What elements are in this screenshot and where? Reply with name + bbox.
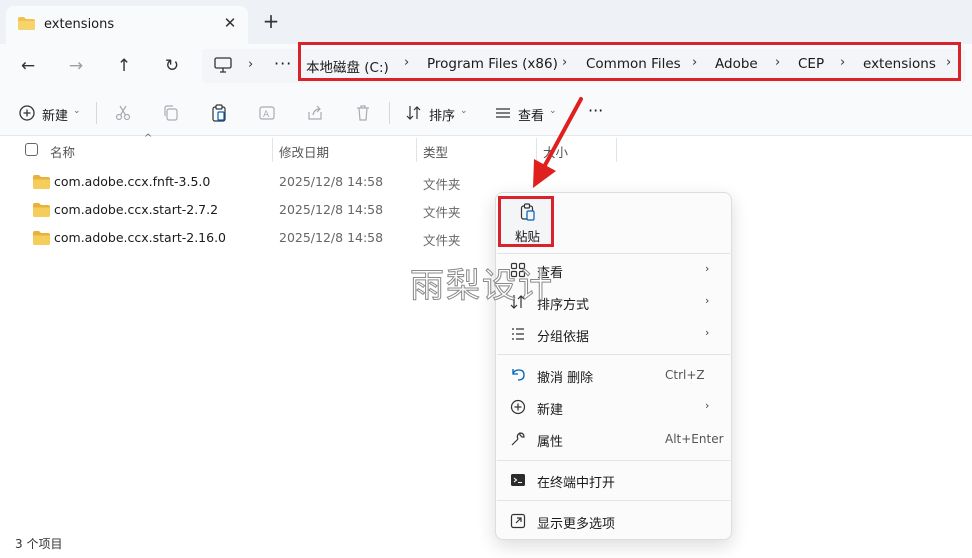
chevron-right-icon: › — [705, 262, 710, 275]
tab-title: extensions — [44, 17, 115, 32]
computer-icon — [214, 57, 232, 73]
annotation-arrow-icon — [533, 97, 583, 188]
sort-icon — [406, 106, 421, 120]
folder-icon — [33, 231, 50, 245]
command-bar: 新建 ⌄ A 排序 ⌄ 查看 ⌄ ··· — [0, 88, 972, 136]
cut-icon[interactable] — [114, 104, 132, 122]
crumb-program-files-x86[interactable]: Program Files (x86) — [427, 56, 558, 72]
menu-divider — [497, 354, 730, 355]
menu-item-open-in-terminal[interactable]: 在终端中打开 — [537, 472, 615, 491]
undo-icon — [512, 369, 525, 381]
crumb-cep[interactable]: CEP — [798, 56, 824, 72]
crumb-local-disk[interactable]: 本地磁盘 (C:) — [306, 56, 389, 76]
chevron-right-icon: › — [775, 55, 781, 70]
shortcut-ctrl-z: Ctrl+Z — [665, 368, 705, 382]
group-by-icon — [512, 328, 524, 340]
file-name: com.adobe.ccx.fnft-3.5.0 — [54, 174, 211, 189]
watermark-text: 雨梨设计 — [410, 266, 554, 307]
title-bar: extensions ✕ + — [0, 0, 972, 44]
select-all-checkbox[interactable] — [25, 143, 38, 156]
crumb-adobe[interactable]: Adobe — [715, 56, 758, 72]
hidden-crumbs-button[interactable]: ··· — [274, 54, 292, 73]
forward-button[interactable]: → — [62, 52, 90, 80]
up-button[interactable]: ↑ — [110, 52, 138, 80]
file-type: 文件夹 — [423, 205, 461, 220]
menu-divider — [497, 460, 730, 461]
new-button[interactable]: 新建 — [42, 105, 68, 124]
folder-icon — [33, 203, 50, 217]
chevron-right-icon: › — [692, 55, 698, 70]
file-date: 2025/12/8 14:58 — [279, 202, 384, 217]
folder-icon — [18, 17, 35, 30]
file-date: 2025/12/8 14:58 — [279, 174, 384, 189]
chevron-right-icon: › — [248, 57, 254, 72]
table-row[interactable]: com.adobe.ccx.start-2.16.0 2025/12/8 14:… — [0, 224, 972, 252]
file-explorer-window: extensions ✕ + ← → ↑ ↻ › ··· 本地磁盘 (C:) ›… — [0, 0, 972, 558]
more-options-button[interactable]: ··· — [588, 101, 603, 120]
folder-icon — [33, 175, 50, 189]
refresh-button[interactable]: ↻ — [158, 52, 186, 80]
menu-divider — [497, 253, 730, 254]
rename-icon[interactable]: A — [258, 104, 276, 122]
column-divider[interactable] — [416, 138, 417, 162]
paste-label: 粘贴 — [515, 229, 541, 244]
paste-icon[interactable] — [210, 104, 228, 122]
file-name: com.adobe.ccx.start-2.16.0 — [54, 230, 227, 245]
menu-divider — [497, 500, 730, 501]
new-tab-button[interactable]: + — [261, 11, 281, 32]
paste-icon — [520, 203, 535, 221]
toolbar-divider — [96, 102, 97, 124]
plus-circle-icon — [19, 105, 35, 121]
menu-item-show-more-options[interactable]: 显示更多选项 — [537, 513, 615, 532]
chevron-right-icon: › — [562, 55, 568, 70]
view-icon — [496, 108, 510, 118]
toolbar-divider — [389, 102, 390, 124]
chevron-right-icon: › — [705, 294, 710, 307]
table-row[interactable]: com.adobe.ccx.fnft-3.5.0 2025/12/8 14:58… — [0, 168, 972, 196]
column-header: ^ 名称 修改日期 类型 大小 — [0, 133, 972, 164]
crumb-extensions[interactable]: extensions — [863, 56, 936, 72]
plus-circle-icon — [510, 399, 526, 415]
crumb-common-files[interactable]: Common Files — [586, 56, 681, 72]
wrench-icon — [511, 432, 525, 446]
menu-item-undo-delete[interactable]: 撤消 删除 — [537, 367, 593, 386]
menu-item-group-by[interactable]: 分组依据 — [537, 326, 589, 345]
file-date: 2025/12/8 14:58 — [279, 230, 384, 245]
chevron-down-icon: ⌄ — [73, 106, 81, 116]
chevron-down-icon: ⌄ — [460, 106, 468, 116]
status-bar-count: 3 个项目 — [15, 537, 63, 551]
menu-item-properties[interactable]: 属性 — [537, 431, 563, 450]
table-row[interactable]: com.adobe.ccx.start-2.7.2 2025/12/8 14:5… — [0, 196, 972, 224]
chevron-right-icon: › — [404, 55, 410, 70]
menu-item-new[interactable]: 新建 — [537, 399, 563, 418]
show-more-options-icon — [510, 513, 526, 529]
terminal-icon — [511, 474, 525, 486]
column-divider[interactable] — [616, 138, 617, 162]
file-type: 文件夹 — [423, 233, 461, 248]
sort-ascending-icon: ^ — [144, 133, 153, 144]
chevron-right-icon: › — [705, 399, 710, 412]
copy-icon[interactable] — [162, 104, 180, 122]
column-type[interactable]: 类型 — [423, 142, 448, 161]
back-button[interactable]: ← — [14, 52, 42, 80]
column-date[interactable]: 修改日期 — [279, 142, 329, 161]
tab-extensions[interactable]: extensions ✕ — [6, 6, 248, 44]
file-type: 文件夹 — [423, 177, 461, 192]
shortcut-alt-enter: Alt+Enter — [665, 432, 724, 446]
column-divider[interactable] — [272, 138, 273, 162]
chevron-right-icon: › — [840, 55, 846, 70]
svg-text:A: A — [263, 110, 270, 120]
sort-button[interactable]: 排序 — [429, 105, 455, 124]
close-tab-button[interactable]: ✕ — [220, 13, 240, 33]
share-icon[interactable] — [306, 104, 324, 122]
chevron-right-icon: › — [705, 326, 710, 339]
chevron-right-icon: › — [946, 55, 952, 70]
delete-icon[interactable] — [354, 104, 372, 122]
file-name: com.adobe.ccx.start-2.7.2 — [54, 202, 219, 217]
column-name[interactable]: 名称 — [50, 142, 75, 161]
